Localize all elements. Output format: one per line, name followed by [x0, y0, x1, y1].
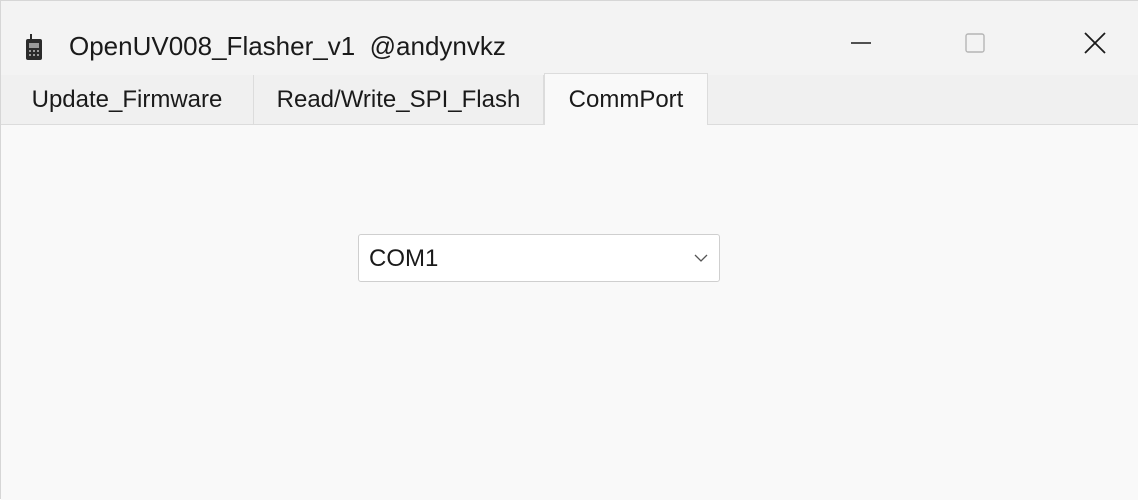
- minimize-icon: [851, 42, 871, 44]
- maximize-icon: [965, 33, 985, 53]
- tab-strip-filler: [708, 75, 1138, 125]
- comm-port-value: COM1: [369, 245, 439, 272]
- close-icon: [1084, 32, 1106, 54]
- minimize-button[interactable]: [831, 21, 891, 65]
- radio-icon: [26, 34, 42, 60]
- tab-bar: Update_Firmware Read/Write_SPI_Flash Com…: [1, 73, 1138, 125]
- tab-update-firmware[interactable]: Update_Firmware: [1, 75, 254, 125]
- tab-read-write-spi-flash[interactable]: Read/Write_SPI_Flash: [254, 75, 544, 125]
- title-bar[interactable]: OpenUV008_Flasher_v1 @andynvkz: [1, 1, 1138, 75]
- chevron-down-icon: [694, 254, 708, 262]
- app-window: OpenUV008_Flasher_v1 @andynvkz Update_Fi…: [0, 0, 1138, 500]
- window-title: OpenUV008_Flasher_v1 @andynvkz: [69, 31, 506, 61]
- comm-port-select[interactable]: COM1: [358, 234, 720, 282]
- maximize-button[interactable]: [945, 21, 1005, 65]
- tab-commport[interactable]: CommPort: [544, 73, 708, 125]
- close-button[interactable]: [1065, 21, 1125, 65]
- commport-panel: [1, 125, 1138, 500]
